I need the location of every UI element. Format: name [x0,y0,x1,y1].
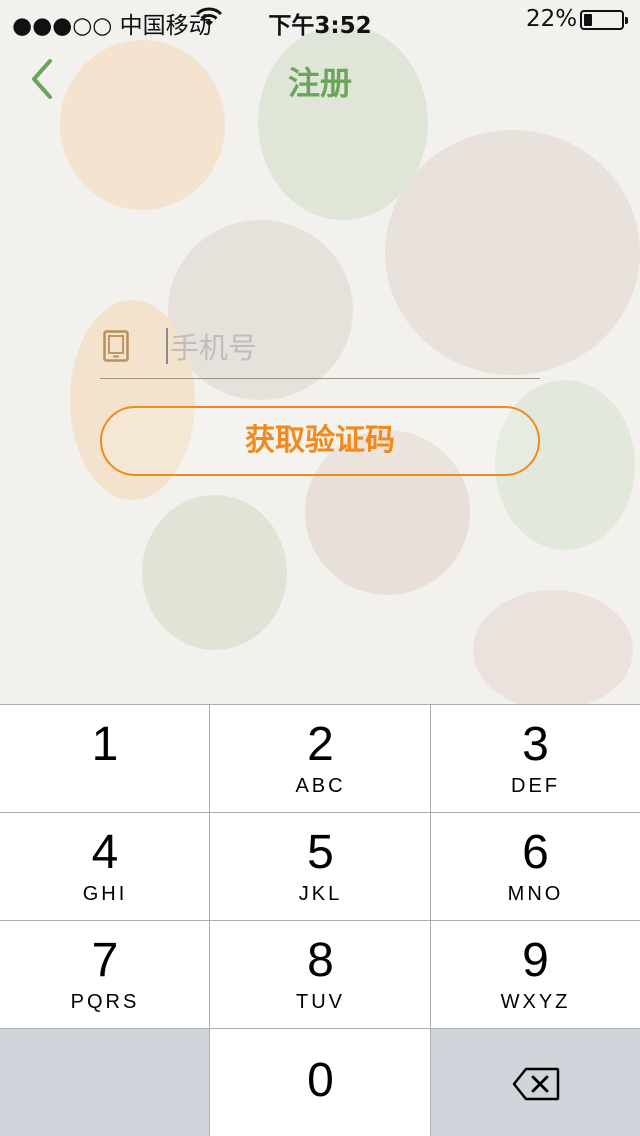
phone-field[interactable] [100,320,540,379]
key-digit: 0 [307,1054,334,1107]
tablet-icon [103,330,129,362]
key-digit: 1 [91,718,119,771]
key-digit: 8 [307,934,334,987]
get-verification-code-button[interactable]: 获取验证码 [100,406,540,476]
background-blob [473,590,633,710]
backspace-icon [512,1067,559,1101]
keypad-divider [209,704,210,1136]
page-title: 注册 [287,64,352,102]
key-digit: 2 [307,718,334,771]
key-letters: WXYZ [500,991,571,1013]
battery-icon [580,10,628,30]
key-letters: ABC [295,775,346,797]
key-letters: TUV [296,991,345,1013]
key-digit: 3 [522,718,549,771]
key-letters: PQRS [70,991,140,1013]
key-6[interactable]: 6 MNO [431,812,640,920]
key-7[interactable]: 7 PQRS [0,920,210,1028]
key-9[interactable]: 9 WXYZ [431,920,640,1028]
status-bar: ●●●○○ 中国移动 下午3:52 22% [0,0,640,40]
key-4[interactable]: 4 GHI [0,812,210,920]
phone-input[interactable] [168,322,532,374]
key-letters: DEF [511,775,560,797]
key-2[interactable]: 2 ABC [210,704,431,812]
key-letters: MNO [507,883,564,905]
key-digit: 5 [307,826,334,879]
key-5[interactable]: 5 JKL [210,812,431,920]
battery-fill [584,14,592,26]
key-8[interactable]: 8 TUV [210,920,431,1028]
key-letters: GHI [82,883,128,905]
key-digit: 9 [522,934,549,987]
key-digit: 4 [91,826,119,879]
keypad-divider [430,704,431,1136]
key-1[interactable]: 1 [0,704,210,812]
key-blank [0,1028,210,1136]
key-letters: JKL [298,883,343,905]
numeric-keypad: 1 2 ABC 3 DEF 4 GHI 5 JKL 6 MNO 7 PQRS 8… [0,704,640,1136]
key-0[interactable]: 0 [210,1028,431,1136]
background-blob [142,495,287,650]
key-digit: 6 [522,826,549,879]
key-digit: 7 [91,934,119,987]
battery-percentage: 22% [526,6,578,32]
delete-key[interactable] [431,1028,640,1136]
key-3[interactable]: 3 DEF [431,704,640,812]
